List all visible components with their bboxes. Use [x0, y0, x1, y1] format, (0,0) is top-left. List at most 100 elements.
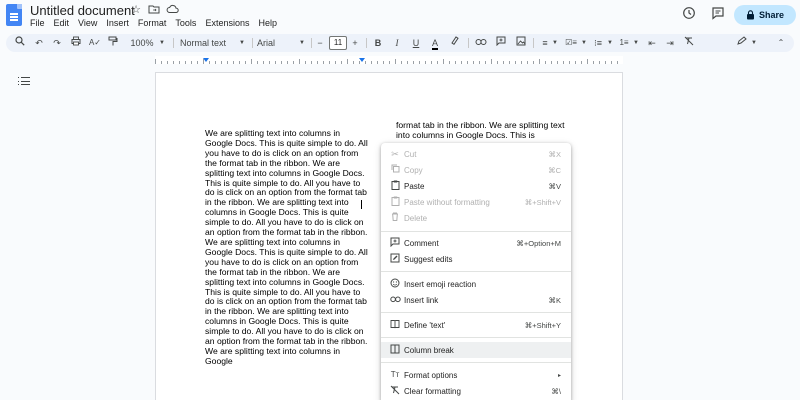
underline-icon[interactable]: U: [410, 34, 422, 52]
spellcheck-icon[interactable]: A✓: [88, 34, 102, 52]
redo-icon[interactable]: ↷: [51, 34, 63, 52]
link-icon[interactable]: [474, 34, 488, 52]
column-break-icon: [389, 344, 401, 356]
collapse-toolbar-icon[interactable]: ⌃: [775, 34, 787, 52]
menu-item-copy[interactable]: Copy ⌘C: [381, 162, 571, 178]
share-button[interactable]: Share: [734, 5, 796, 25]
text-color-icon[interactable]: A: [429, 34, 441, 52]
insert-image-icon[interactable]: [515, 34, 527, 52]
increase-font-size-icon[interactable]: +: [350, 34, 360, 52]
ruler-tick: [341, 61, 342, 64]
ruler-tick: [311, 61, 312, 64]
emoji-icon: [389, 278, 401, 290]
text-column-2[interactable]: format tab in the ribbon. We are splitti…: [396, 120, 566, 141]
right-indent-marker[interactable]: [359, 58, 365, 62]
menu-item-suggest-edits[interactable]: Suggest edits: [381, 251, 571, 267]
add-comment-icon[interactable]: [495, 34, 507, 52]
menu-separator: [381, 312, 571, 313]
menu-view[interactable]: View: [78, 18, 97, 28]
menu-item-shortcut: ⌘+Shift+Y: [524, 320, 561, 330]
bold-icon[interactable]: B: [372, 34, 384, 52]
checklist-icon[interactable]: ☑≡: [564, 34, 578, 52]
font-family-select[interactable]: Arial: [257, 34, 297, 52]
chevron-down-icon: ▼: [552, 40, 558, 46]
ruler-tick: [161, 61, 162, 64]
decrease-font-size-icon[interactable]: −: [315, 34, 325, 52]
ruler-tick: [209, 61, 210, 64]
menu-item-delete[interactable]: Delete: [381, 210, 571, 226]
ruler-tick: [497, 61, 498, 64]
menu-format[interactable]: Format: [138, 18, 167, 28]
ruler-tick: [557, 61, 558, 64]
ruler-tick: [269, 61, 270, 64]
comment-icon[interactable]: [711, 6, 725, 25]
column-2-text: format tab in the ribbon. We are splitti…: [396, 120, 565, 140]
star-icon[interactable]: ☆: [129, 3, 143, 17]
menu-item-comment[interactable]: Comment ⌘+Option+M: [381, 235, 571, 251]
undo-icon[interactable]: ↶: [33, 34, 45, 52]
ruler-tick: [275, 61, 276, 64]
menu-item-clear-formatting[interactable]: Clear formatting ⌘\: [381, 383, 571, 399]
paint-format-icon[interactable]: [107, 34, 119, 52]
left-indent-marker[interactable]: [203, 58, 209, 62]
decrease-indent-icon[interactable]: ⇤: [646, 34, 658, 52]
font-size-input[interactable]: 11: [329, 36, 347, 50]
horizontal-ruler[interactable]: [155, 56, 623, 64]
menu-item-format-options[interactable]: Tт Format options ▸: [381, 367, 571, 383]
menu-item-insert-emoji-reaction[interactable]: Insert emoji reaction: [381, 276, 571, 292]
paragraph-style-select[interactable]: Normal text: [180, 34, 236, 52]
bulleted-list-icon[interactable]: ⁝≡: [592, 34, 604, 52]
ruler-tick: [587, 59, 588, 64]
menu-file[interactable]: File: [30, 18, 45, 28]
menu-extensions[interactable]: Extensions: [205, 18, 249, 28]
menu-separator: [381, 271, 571, 272]
menu-item-define[interactable]: Define 'text' ⌘+Shift+Y: [381, 317, 571, 333]
search-menus-icon[interactable]: [14, 34, 26, 52]
menu-item-column-break[interactable]: Column break: [381, 342, 571, 358]
menu-tools[interactable]: Tools: [175, 18, 196, 28]
document-outline-icon[interactable]: [18, 76, 30, 86]
menu-item-paste-without-formatting[interactable]: Paste without formatting ⌘+Shift+V: [381, 194, 571, 210]
zoom-select[interactable]: 100%: [127, 34, 157, 52]
document-title[interactable]: Untitled document: [30, 3, 135, 18]
text-column-1[interactable]: We are splitting text into columns in Go…: [205, 128, 368, 367]
menu-edit[interactable]: Edit: [54, 18, 70, 28]
history-icon[interactable]: [682, 6, 696, 25]
font-family-value: Arial: [257, 38, 276, 48]
ruler-tick: [257, 61, 258, 64]
chevron-down-icon: ▼: [633, 40, 639, 46]
ruler-tick: [425, 61, 426, 64]
paragraph-style-value: Normal text: [180, 38, 227, 48]
menu-item-label: Copy: [404, 165, 423, 175]
align-icon[interactable]: ≡: [539, 34, 551, 52]
submenu-arrow-icon: ▸: [557, 372, 561, 379]
ruler-tick: [545, 61, 546, 64]
ruler-tick: [539, 59, 540, 64]
editing-mode-icon[interactable]: [734, 34, 748, 52]
menu-item-insert-link[interactable]: Insert link ⌘K: [381, 292, 571, 308]
menu-help[interactable]: Help: [258, 18, 277, 28]
ruler-tick: [593, 61, 594, 64]
folder-icon[interactable]: [147, 3, 161, 17]
ruler-tick: [419, 61, 420, 64]
menu-item-shortcut: ⌘\: [551, 386, 561, 396]
clear-formatting-icon[interactable]: [683, 34, 695, 52]
menu-insert[interactable]: Insert: [106, 18, 129, 28]
ruler-tick: [563, 61, 564, 64]
highlight-icon[interactable]: [448, 34, 460, 52]
ruler-tick: [521, 61, 522, 64]
increase-indent-icon[interactable]: ⇥: [664, 34, 676, 52]
menu-item-paste[interactable]: Paste ⌘V: [381, 178, 571, 194]
menu-item-cut[interactable]: ✂ Cut ⌘X: [381, 146, 571, 162]
menu-item-label: Comment: [404, 238, 439, 248]
italic-icon[interactable]: I: [391, 34, 403, 52]
toolbar-divider: [468, 38, 469, 48]
title-bar: Untitled document ☆ File Edit View Inser…: [0, 0, 800, 32]
ruler-tick: [353, 61, 354, 64]
numbered-list-icon[interactable]: 1≡: [618, 34, 630, 52]
docs-logo-icon[interactable]: [6, 4, 22, 26]
print-icon[interactable]: [70, 34, 82, 52]
menu-separator: [381, 362, 571, 363]
ruler-tick: [371, 61, 372, 64]
cloud-icon[interactable]: [165, 3, 179, 17]
